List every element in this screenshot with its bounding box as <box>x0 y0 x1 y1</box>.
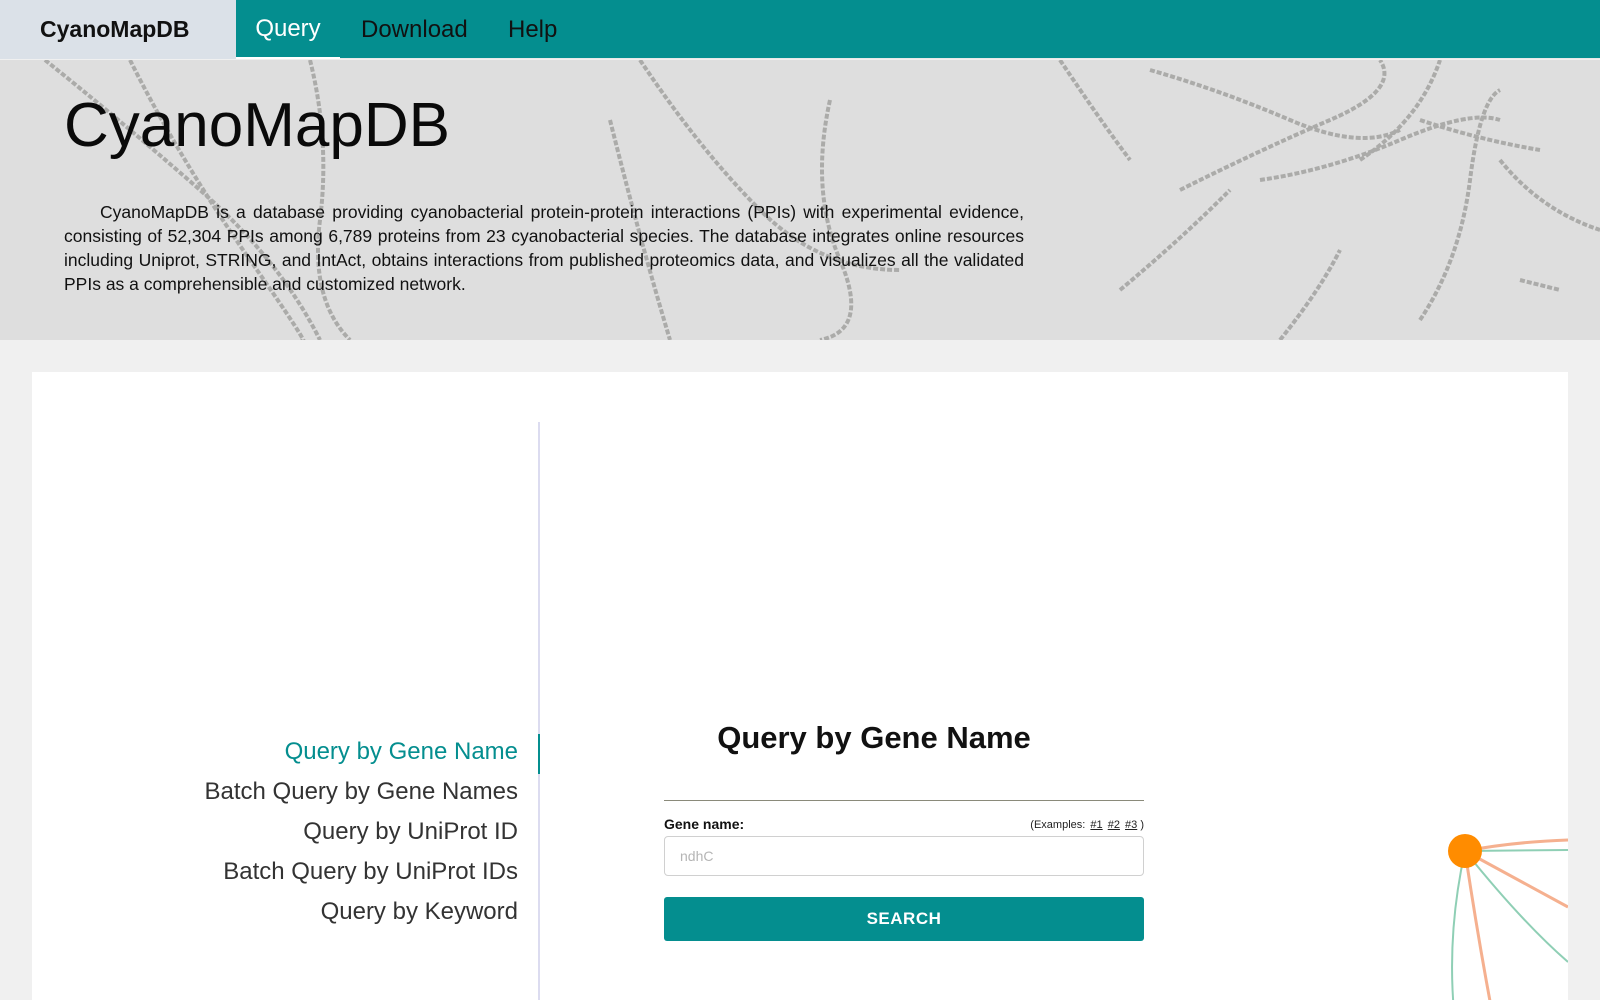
nav-query[interactable]: Query <box>236 0 340 59</box>
form-title: Query by Gene Name <box>717 720 1031 755</box>
examples-suffix: ) <box>1140 819 1144 831</box>
top-nav-bar: CyanoMapDB Query Download Help <box>0 0 1600 59</box>
query-card: Query by Gene Name Batch Query by Gene N… <box>32 372 1568 1000</box>
brand-logo[interactable]: CyanoMapDB <box>0 0 236 59</box>
examples-links: (Examples: #1 #2 #3 ) <box>1030 819 1144 831</box>
form-divider <box>664 800 1144 801</box>
gene-name-label: Gene name: <box>664 816 745 832</box>
sidenav-query-by-keyword[interactable]: Query by Keyword <box>321 898 518 926</box>
search-button[interactable]: SEARCH <box>664 897 1144 941</box>
nav-help[interactable]: Help <box>508 0 557 59</box>
gene-name-input[interactable] <box>664 836 1144 876</box>
hero-banner: CyanoMapDB CyanoMapDB is a database prov… <box>0 60 1600 340</box>
nav-download[interactable]: Download <box>361 0 468 59</box>
examples-prefix: (Examples: <box>1030 819 1086 831</box>
example-link-3[interactable]: #3 <box>1125 819 1137 831</box>
example-link-1[interactable]: #1 <box>1090 819 1102 831</box>
sidenav-query-by-uniprot-id[interactable]: Query by UniProt ID <box>303 818 518 846</box>
query-sidenav: Query by Gene Name Batch Query by Gene N… <box>32 422 540 1000</box>
sidenav-batch-query-by-gene-names[interactable]: Batch Query by Gene Names <box>205 778 518 806</box>
sidenav-batch-query-by-uniprot-ids[interactable]: Batch Query by UniProt IDs <box>223 858 518 886</box>
hero-title: CyanoMapDB <box>64 91 450 160</box>
network-decoration-graphic <box>1448 834 1568 1000</box>
sidenav-query-by-gene-name[interactable]: Query by Gene Name <box>285 738 518 766</box>
example-link-2[interactable]: #2 <box>1108 819 1120 831</box>
hero-description: CyanoMapDB is a database providing cyano… <box>64 202 1024 294</box>
network-node <box>1448 834 1482 868</box>
sidenav-active-indicator <box>538 734 540 774</box>
